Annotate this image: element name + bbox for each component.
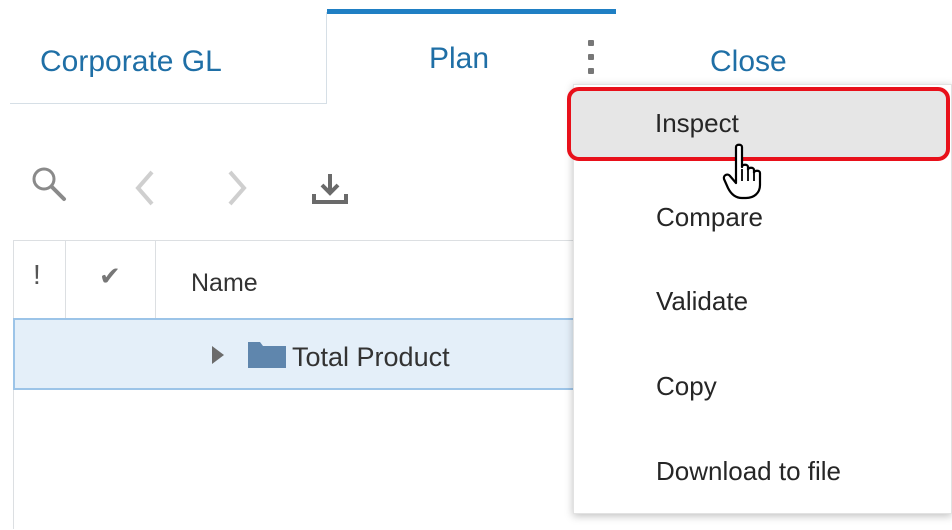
data-grid: ! ✔ Name Total Product [13, 240, 613, 530]
grid-header: ! ✔ Name [13, 240, 613, 320]
search-icon[interactable] [30, 165, 76, 216]
menu-item-label: Validate [656, 286, 749, 316]
tab-label: Close [710, 45, 787, 78]
vertical-ellipsis-icon[interactable] [583, 40, 599, 82]
menu-item-label: Compare [656, 202, 763, 232]
table-row[interactable]: Total Product [13, 318, 613, 390]
column-header-label: Name [191, 269, 258, 297]
menu-item-copy[interactable]: Copy [574, 352, 952, 422]
menu-item-download-to-file[interactable]: Download to file [574, 437, 952, 507]
column-header-check[interactable]: ✔ [66, 241, 156, 320]
expand-triangle-icon[interactable] [210, 344, 226, 371]
tab-corporate-gl[interactable]: Corporate GL [10, 12, 327, 104]
menu-item-label: Inspect [655, 108, 739, 138]
menu-item-label: Copy [656, 371, 717, 401]
folder-icon [248, 340, 286, 373]
tab-label: Plan [429, 42, 490, 75]
menu-item-label: Download to file [656, 456, 841, 486]
column-header-alert[interactable]: ! [13, 241, 66, 320]
chevron-right-icon[interactable] [222, 168, 252, 213]
download-icon[interactable] [312, 170, 352, 215]
column-header-label: ! [33, 259, 41, 290]
column-header-label: ✔ [99, 261, 121, 291]
menu-item-validate[interactable]: Validate [574, 266, 952, 336]
hand-cursor-icon [722, 143, 768, 206]
column-header-name[interactable]: Name [156, 241, 613, 320]
chevron-left-icon[interactable] [132, 168, 162, 213]
tab-label: Corporate GL [40, 45, 222, 78]
row-name: Total Product [292, 342, 450, 372]
